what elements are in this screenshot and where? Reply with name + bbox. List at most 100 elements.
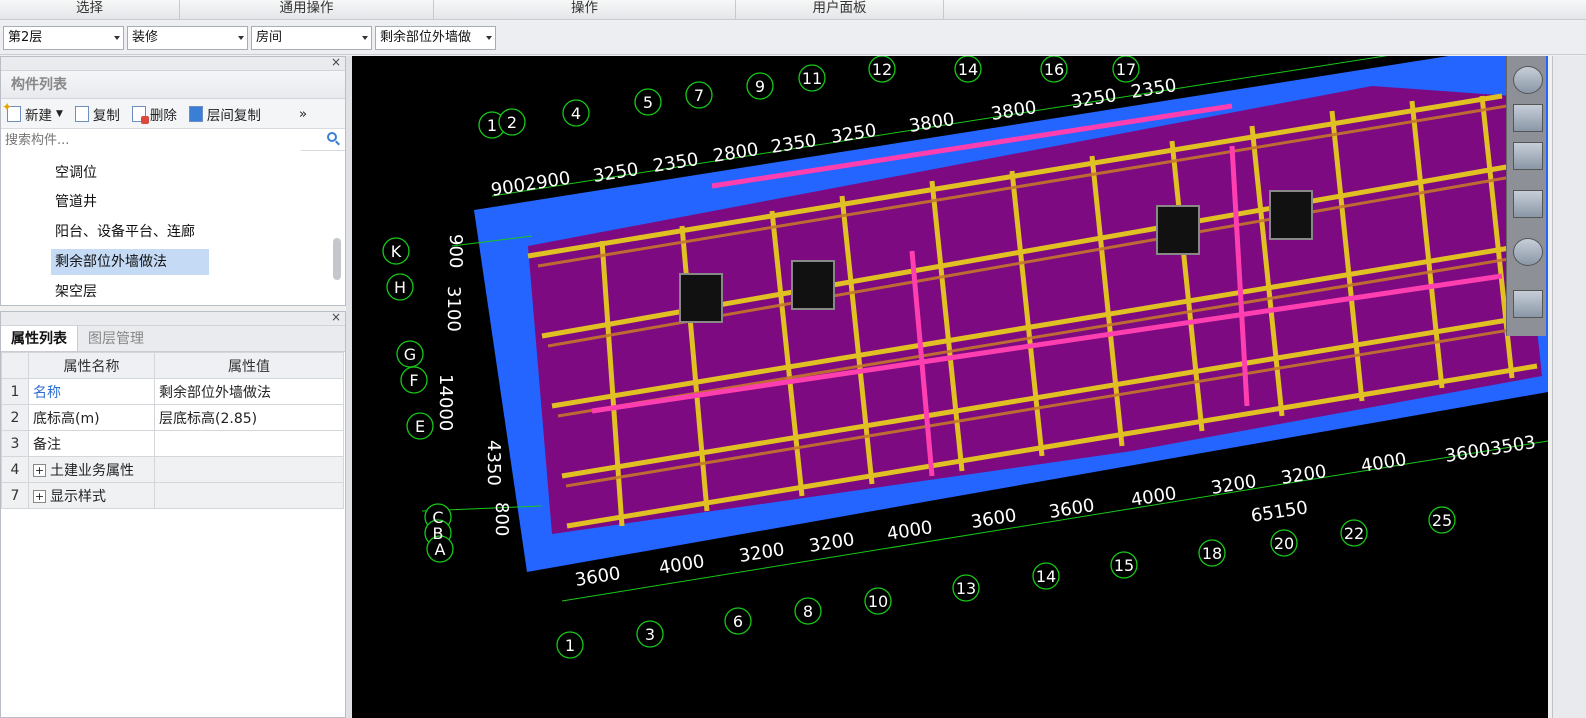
row-number: 1 (1, 378, 29, 405)
dim-bottom: 3200 (1279, 461, 1328, 489)
new-icon (2, 100, 21, 122)
header-property-value: 属性值 (154, 352, 344, 379)
property-value[interactable]: 层底标高(2.85) (154, 404, 344, 431)
face-icon[interactable] (1513, 190, 1543, 218)
search-input[interactable] (1, 129, 301, 151)
dim-bottom: 4000 (885, 517, 934, 545)
property-name[interactable]: 底标高(m) (28, 404, 155, 431)
grid-label-top: 11 (802, 69, 822, 88)
table-row[interactable]: 2 底标高(m) 层底标高(2.85) (1, 404, 344, 431)
row-number: 7 (1, 482, 29, 509)
ribbon-group-common-ops[interactable]: 通用操作 (180, 0, 434, 19)
dim-left: 800 (491, 502, 512, 536)
table-row-group[interactable]: 7 + 显示样式 (1, 482, 344, 509)
dim-top: 2350 (1129, 75, 1178, 103)
grid-label-bottom: 20 (1274, 534, 1294, 553)
property-name[interactable]: 名称 (28, 378, 155, 405)
view-toolbar (1506, 56, 1546, 336)
grid-label-top: 12 (872, 60, 892, 79)
property-group-label: 显示样式 (50, 488, 106, 505)
list-item[interactable]: 架空层 (51, 279, 101, 305)
list-item[interactable]: 空调位 (51, 160, 101, 186)
list-item[interactable]: 管道井 (51, 189, 101, 215)
dim-total: 65150 (1249, 497, 1309, 527)
grid-label-bottom: 14 (1036, 567, 1056, 586)
list-item[interactable]: 阳台、设备平台、连廊 (51, 219, 199, 245)
more-button[interactable]: » (299, 106, 307, 122)
type-select[interactable]: 房间 (251, 26, 372, 50)
floor-copy-button[interactable]: 层间复制 (188, 104, 261, 124)
ribbon-group-select[interactable]: 选择 (0, 0, 180, 19)
orbit-icon[interactable] (1513, 66, 1543, 94)
property-group[interactable]: + 显示样式 (28, 482, 155, 509)
dim-bottom: 3600 (1047, 495, 1096, 523)
grid-label-top: 16 (1044, 60, 1064, 79)
new-button[interactable]: 新建 ▼ (2, 100, 63, 124)
new-button-label: 新建 (25, 107, 52, 124)
2d-icon[interactable] (1513, 104, 1543, 132)
property-tabs: 属性列表 图层管理 (1, 326, 345, 352)
grid-label-bottom: 10 (868, 592, 888, 611)
chevron-down-icon (114, 36, 120, 40)
grid-label-bottom: 25 (1432, 511, 1452, 530)
dim-left: 4350 (483, 440, 504, 486)
type-select-value: 房间 (256, 30, 283, 45)
dim-top: 2350 (769, 130, 818, 158)
row-number: 4 (1, 456, 29, 483)
search-icon[interactable] (327, 132, 337, 142)
search-box (1, 129, 345, 151)
building-3d-render: 1 2 4 5 7 9 11 12 14 16 17 1 3 6 8 10 13… (382, 56, 1548, 659)
grid-label-top: 1 (487, 116, 497, 135)
property-group[interactable]: + 土建业务属性 (28, 456, 155, 483)
grid-label-top: 2 (507, 113, 517, 132)
grid-view-icon[interactable] (1513, 290, 1543, 318)
expand-icon[interactable]: + (33, 464, 46, 477)
copy-button-label: 复制 (92, 107, 120, 124)
header-num (1, 352, 29, 379)
3d-viewport[interactable]: 1 2 4 5 7 9 11 12 14 16 17 1 3 6 8 10 13… (352, 56, 1548, 718)
component-select[interactable]: 剩余部位外墙做 (375, 26, 496, 50)
ribbon-group-ops[interactable]: 操作 (434, 0, 736, 19)
grid-label-left: K (391, 242, 402, 261)
ribbon-group-user-panel[interactable]: 用户面板 (736, 0, 944, 19)
property-value[interactable] (154, 430, 344, 457)
floor-select-value: 第2层 (8, 30, 43, 45)
dim-bottom: 4000 (657, 551, 706, 579)
dim-top: 2350 (651, 149, 700, 177)
grid-label-bottom: 1 (565, 636, 575, 655)
dim-top: 3250 (829, 120, 878, 148)
grid-label-top: 14 (958, 60, 978, 79)
row-number: 3 (1, 430, 29, 457)
rotate-icon[interactable] (1513, 238, 1543, 266)
close-icon[interactable]: × (331, 310, 341, 324)
close-icon[interactable]: × (331, 55, 341, 69)
chevron-down-icon (238, 36, 244, 40)
copy-button[interactable]: 复制 (74, 104, 120, 124)
delete-button[interactable]: 删除 (131, 104, 177, 124)
chevron-down-icon (362, 36, 368, 40)
property-value[interactable]: 剩余部位外墙做法 (154, 378, 344, 405)
category-select[interactable]: 装修 (127, 26, 248, 50)
grid-label-bottom: 8 (803, 602, 813, 621)
list-item-selected[interactable]: 剩余部位外墙做法 (51, 249, 209, 275)
floor-select[interactable]: 第2层 (3, 26, 124, 50)
scrollbar-thumb[interactable] (333, 238, 341, 280)
tab-layer-management[interactable]: 图层管理 (78, 326, 154, 351)
grid-label-bottom: 13 (956, 579, 976, 598)
table-row[interactable]: 1 名称 剩余部位外墙做法 (1, 378, 344, 405)
3d-box-icon[interactable] (1513, 142, 1543, 170)
table-row[interactable]: 3 备注 (1, 430, 344, 457)
property-name[interactable]: 备注 (28, 430, 155, 457)
dim-left: 14000 (435, 374, 456, 431)
dim-left: 3100 (443, 286, 464, 332)
copy-icon (74, 105, 89, 122)
property-table: 属性名称 属性值 1 名称 剩余部位外墙做法 2 底标高(m) 层底标高(2.8… (1, 352, 344, 509)
dim-bottom: 4000 (1359, 449, 1408, 477)
filter-toolbar: 第2层 装修 房间 剩余部位外墙做 (0, 21, 1586, 55)
component-select-value: 剩余部位外墙做 (380, 30, 472, 45)
expand-icon[interactable]: + (33, 490, 46, 503)
tab-property-list[interactable]: 属性列表 (1, 326, 78, 351)
table-row-group[interactable]: 4 + 土建业务属性 (1, 456, 344, 483)
property-group-label: 土建业务属性 (50, 462, 134, 479)
dim-bottom: 3200 (1209, 471, 1258, 499)
